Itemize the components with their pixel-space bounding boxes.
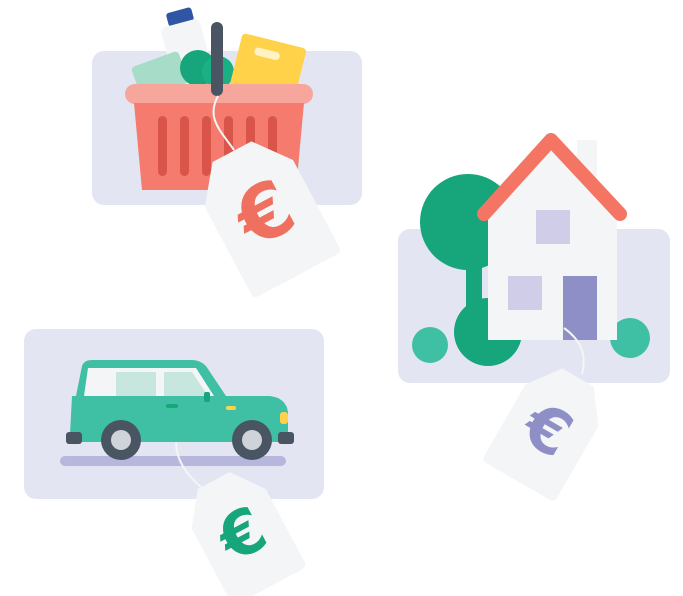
- house-window-top: [536, 210, 570, 244]
- house-window-left: [508, 276, 542, 310]
- car-window-rear: [116, 372, 156, 396]
- basket-handle: [211, 22, 223, 96]
- basket-group: €: [92, 7, 362, 297]
- illustration-canvas: € € €: [24, 7, 670, 596]
- car-door-handle: [166, 404, 178, 408]
- car-indicator: [226, 406, 236, 410]
- car-mirror: [204, 392, 210, 402]
- house-icon: [477, 133, 627, 340]
- house-group: €: [398, 133, 670, 501]
- car-light-front: [280, 412, 288, 424]
- bumper-front: [278, 432, 294, 444]
- bush-left-icon: [412, 327, 448, 363]
- wheel-front-icon: [232, 420, 272, 460]
- bumper-rear: [66, 432, 82, 444]
- car-group: €: [24, 329, 324, 596]
- wheel-rear-icon: [101, 420, 141, 460]
